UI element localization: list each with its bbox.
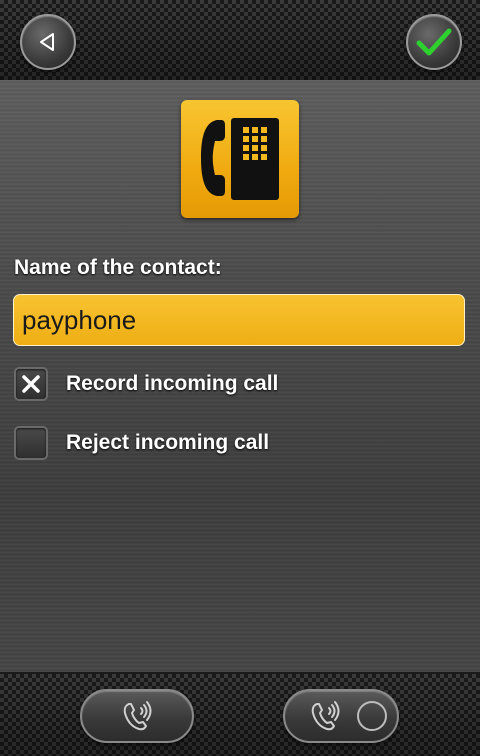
contact-name-label: Name of the contact:	[14, 256, 222, 279]
contact-name-input[interactable]	[13, 294, 465, 346]
reject-incoming-checkbox[interactable]	[14, 426, 48, 460]
call-sound-icon	[123, 701, 152, 731]
checkmark-icon	[416, 28, 452, 56]
bottom-toolbar	[0, 672, 480, 756]
back-triangle-icon	[40, 33, 54, 51]
record-incoming-row[interactable]: Record incoming call	[14, 364, 278, 404]
call-sound-toggle[interactable]	[283, 689, 399, 743]
call-sound-icon	[311, 701, 340, 731]
confirm-button[interactable]	[406, 14, 462, 70]
top-toolbar	[0, 0, 480, 82]
record-incoming-label: Record incoming call	[66, 372, 279, 395]
call-sound-button[interactable]	[80, 689, 194, 743]
payphone-icon	[181, 100, 299, 218]
back-button[interactable]	[20, 14, 76, 70]
toggle-indicator	[357, 701, 387, 731]
record-incoming-checkbox[interactable]	[14, 367, 48, 401]
reject-incoming-label: Reject incoming call	[66, 431, 270, 454]
x-check-icon	[22, 375, 40, 393]
reject-incoming-row[interactable]: Reject incoming call	[14, 423, 269, 463]
